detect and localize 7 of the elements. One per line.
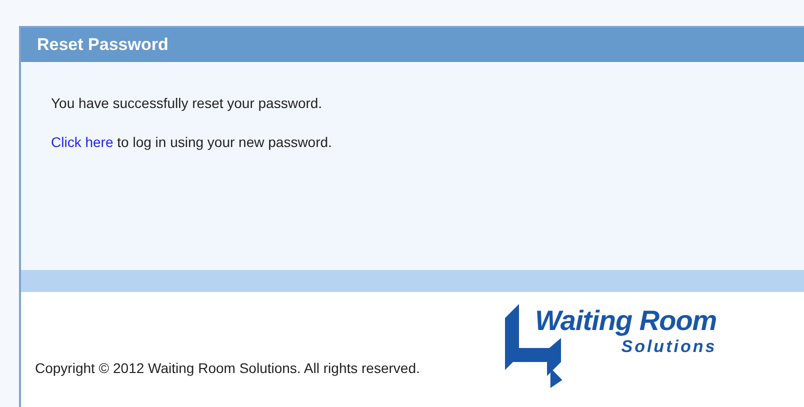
logo-tagline: Solutions	[621, 336, 717, 357]
panel-title: Reset Password	[37, 35, 168, 55]
copyright-text: Copyright © 2012 Waiting Room Solutions. All rights reserved.	[35, 360, 421, 376]
success-message: You have successfully reset your password.	[51, 95, 324, 111]
login-prompt: Click here to log in using your new password.	[51, 134, 333, 150]
logo-name: Waiting Room	[535, 306, 717, 337]
login-link[interactable]: Click here	[51, 134, 114, 150]
